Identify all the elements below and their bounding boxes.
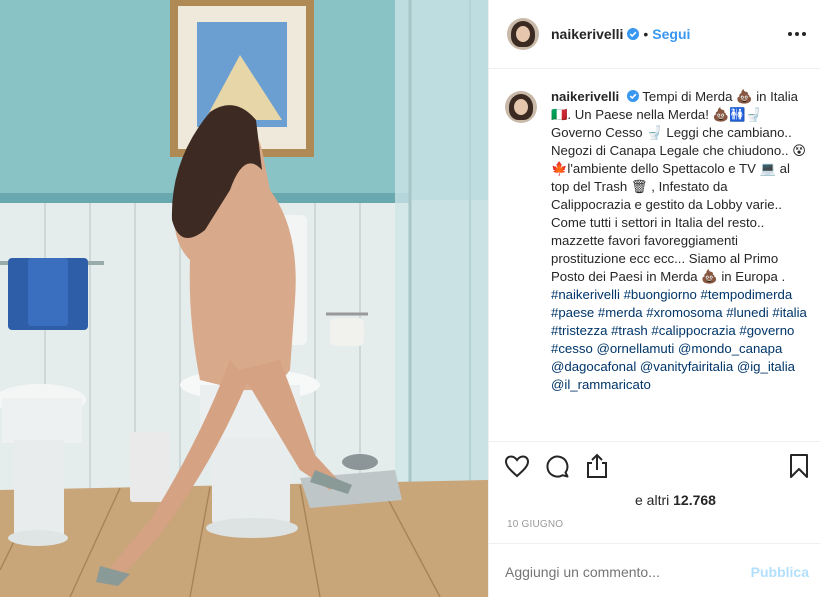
caption-username[interactable]: naikerivelli: [551, 89, 619, 104]
post-caption: naikerivelli Tempi di Merda 💩 in Italia …: [505, 88, 811, 438]
bathroom-photo: [0, 0, 488, 597]
likes-number: 12.768: [673, 492, 716, 508]
avatar[interactable]: [507, 18, 539, 50]
three-dots-icon[interactable]: [787, 26, 807, 42]
caption-hashtags[interactable]: #naikerivelli #buongiorno #tempodimerda …: [551, 287, 807, 392]
heart-outline-icon[interactable]: [503, 452, 531, 480]
caption-avatar[interactable]: [505, 91, 537, 123]
caption-body: naikerivelli Tempi di Merda 💩 in Italia …: [551, 88, 807, 438]
likes-prefix: e altri: [635, 492, 674, 508]
verified-badge-icon: [627, 28, 640, 40]
header-username[interactable]: naikerivelli: [551, 26, 623, 42]
post-photo[interactable]: [0, 0, 488, 597]
action-bar: [503, 452, 813, 482]
divider: [489, 441, 820, 442]
publish-button[interactable]: Pubblica: [751, 564, 809, 580]
comment-input[interactable]: [505, 564, 735, 580]
bookmark-icon[interactable]: [785, 452, 813, 480]
post-date[interactable]: 10 GIUGNO: [507, 519, 563, 530]
likes-count[interactable]: e altri 12.768: [635, 492, 716, 508]
share-arrow-icon[interactable]: [583, 452, 611, 480]
separator-dot: •: [643, 26, 649, 42]
verified-badge-icon: [626, 90, 639, 102]
comment-bar: Pubblica: [489, 543, 820, 597]
post-side-panel: naikerivelli • Segui naikerivelli Tempi …: [488, 0, 820, 597]
post-header: naikerivelli • Segui: [489, 0, 820, 69]
follow-button[interactable]: Segui: [652, 26, 690, 42]
caption-text: Tempi di Merda 💩 in Italia 🇮🇹. Un Paese …: [551, 89, 806, 284]
speech-bubble-icon[interactable]: [543, 452, 571, 480]
